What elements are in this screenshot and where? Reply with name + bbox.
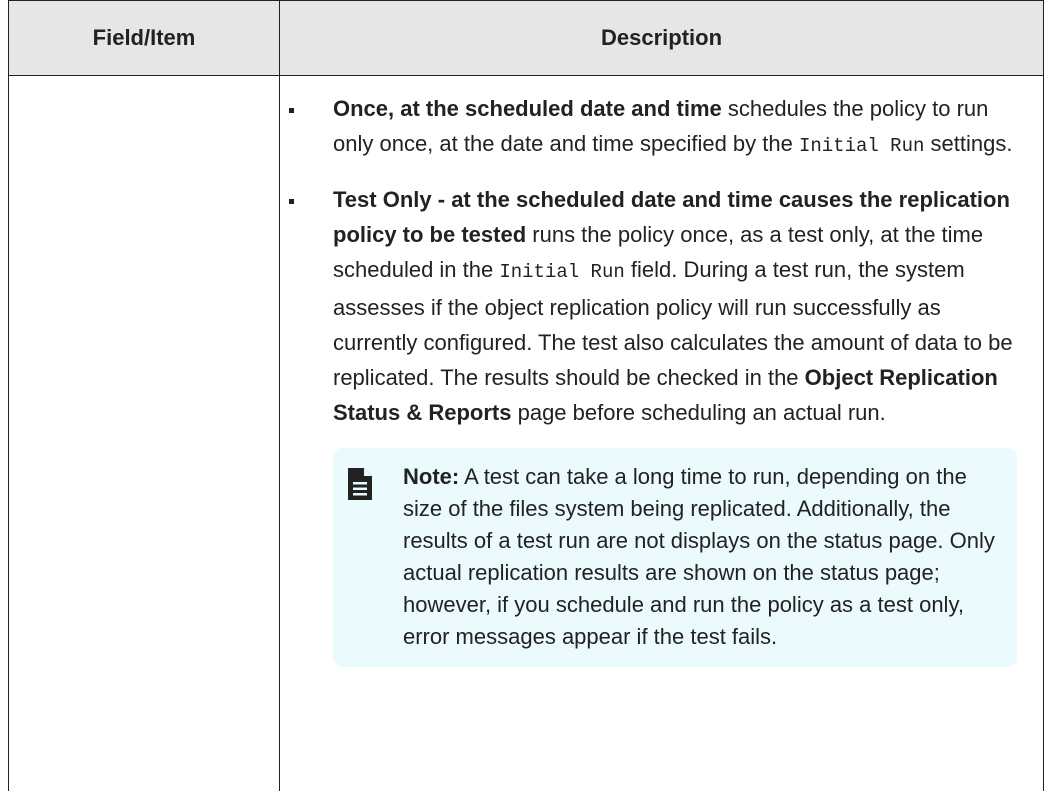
header-description: Description xyxy=(600,25,723,50)
list-item-test-only: Test Only - at the scheduled date and ti… xyxy=(287,182,1027,430)
bullet-icon xyxy=(289,199,294,204)
note-text: A test can take a long time to run, depe… xyxy=(403,464,995,649)
header-field-item: Field/Item xyxy=(92,25,196,50)
initial-run-code: Initial Run xyxy=(798,135,925,157)
note-label: Note: xyxy=(403,464,460,489)
option-test-only-text-3: page before scheduling an actual run. xyxy=(511,400,886,425)
bullet-icon xyxy=(289,108,294,113)
initial-run-code: Initial Run xyxy=(499,261,625,283)
option-test-only-label: Test Only xyxy=(333,187,432,212)
note-document-icon xyxy=(348,468,372,500)
option-once-label: Once, at the scheduled date and time xyxy=(333,96,722,121)
column-divider xyxy=(279,0,280,791)
table-header-row: Field/Item Description xyxy=(9,0,1043,76)
option-separator: - xyxy=(431,187,452,212)
option-once-text-end: settings. xyxy=(924,131,1013,156)
note-callout: Note: A test can take a long time to run… xyxy=(333,448,1017,667)
list-item-once: Once, at the scheduled date and time sch… xyxy=(287,91,1027,164)
description-cell: Once, at the scheduled date and time sch… xyxy=(287,91,1027,667)
